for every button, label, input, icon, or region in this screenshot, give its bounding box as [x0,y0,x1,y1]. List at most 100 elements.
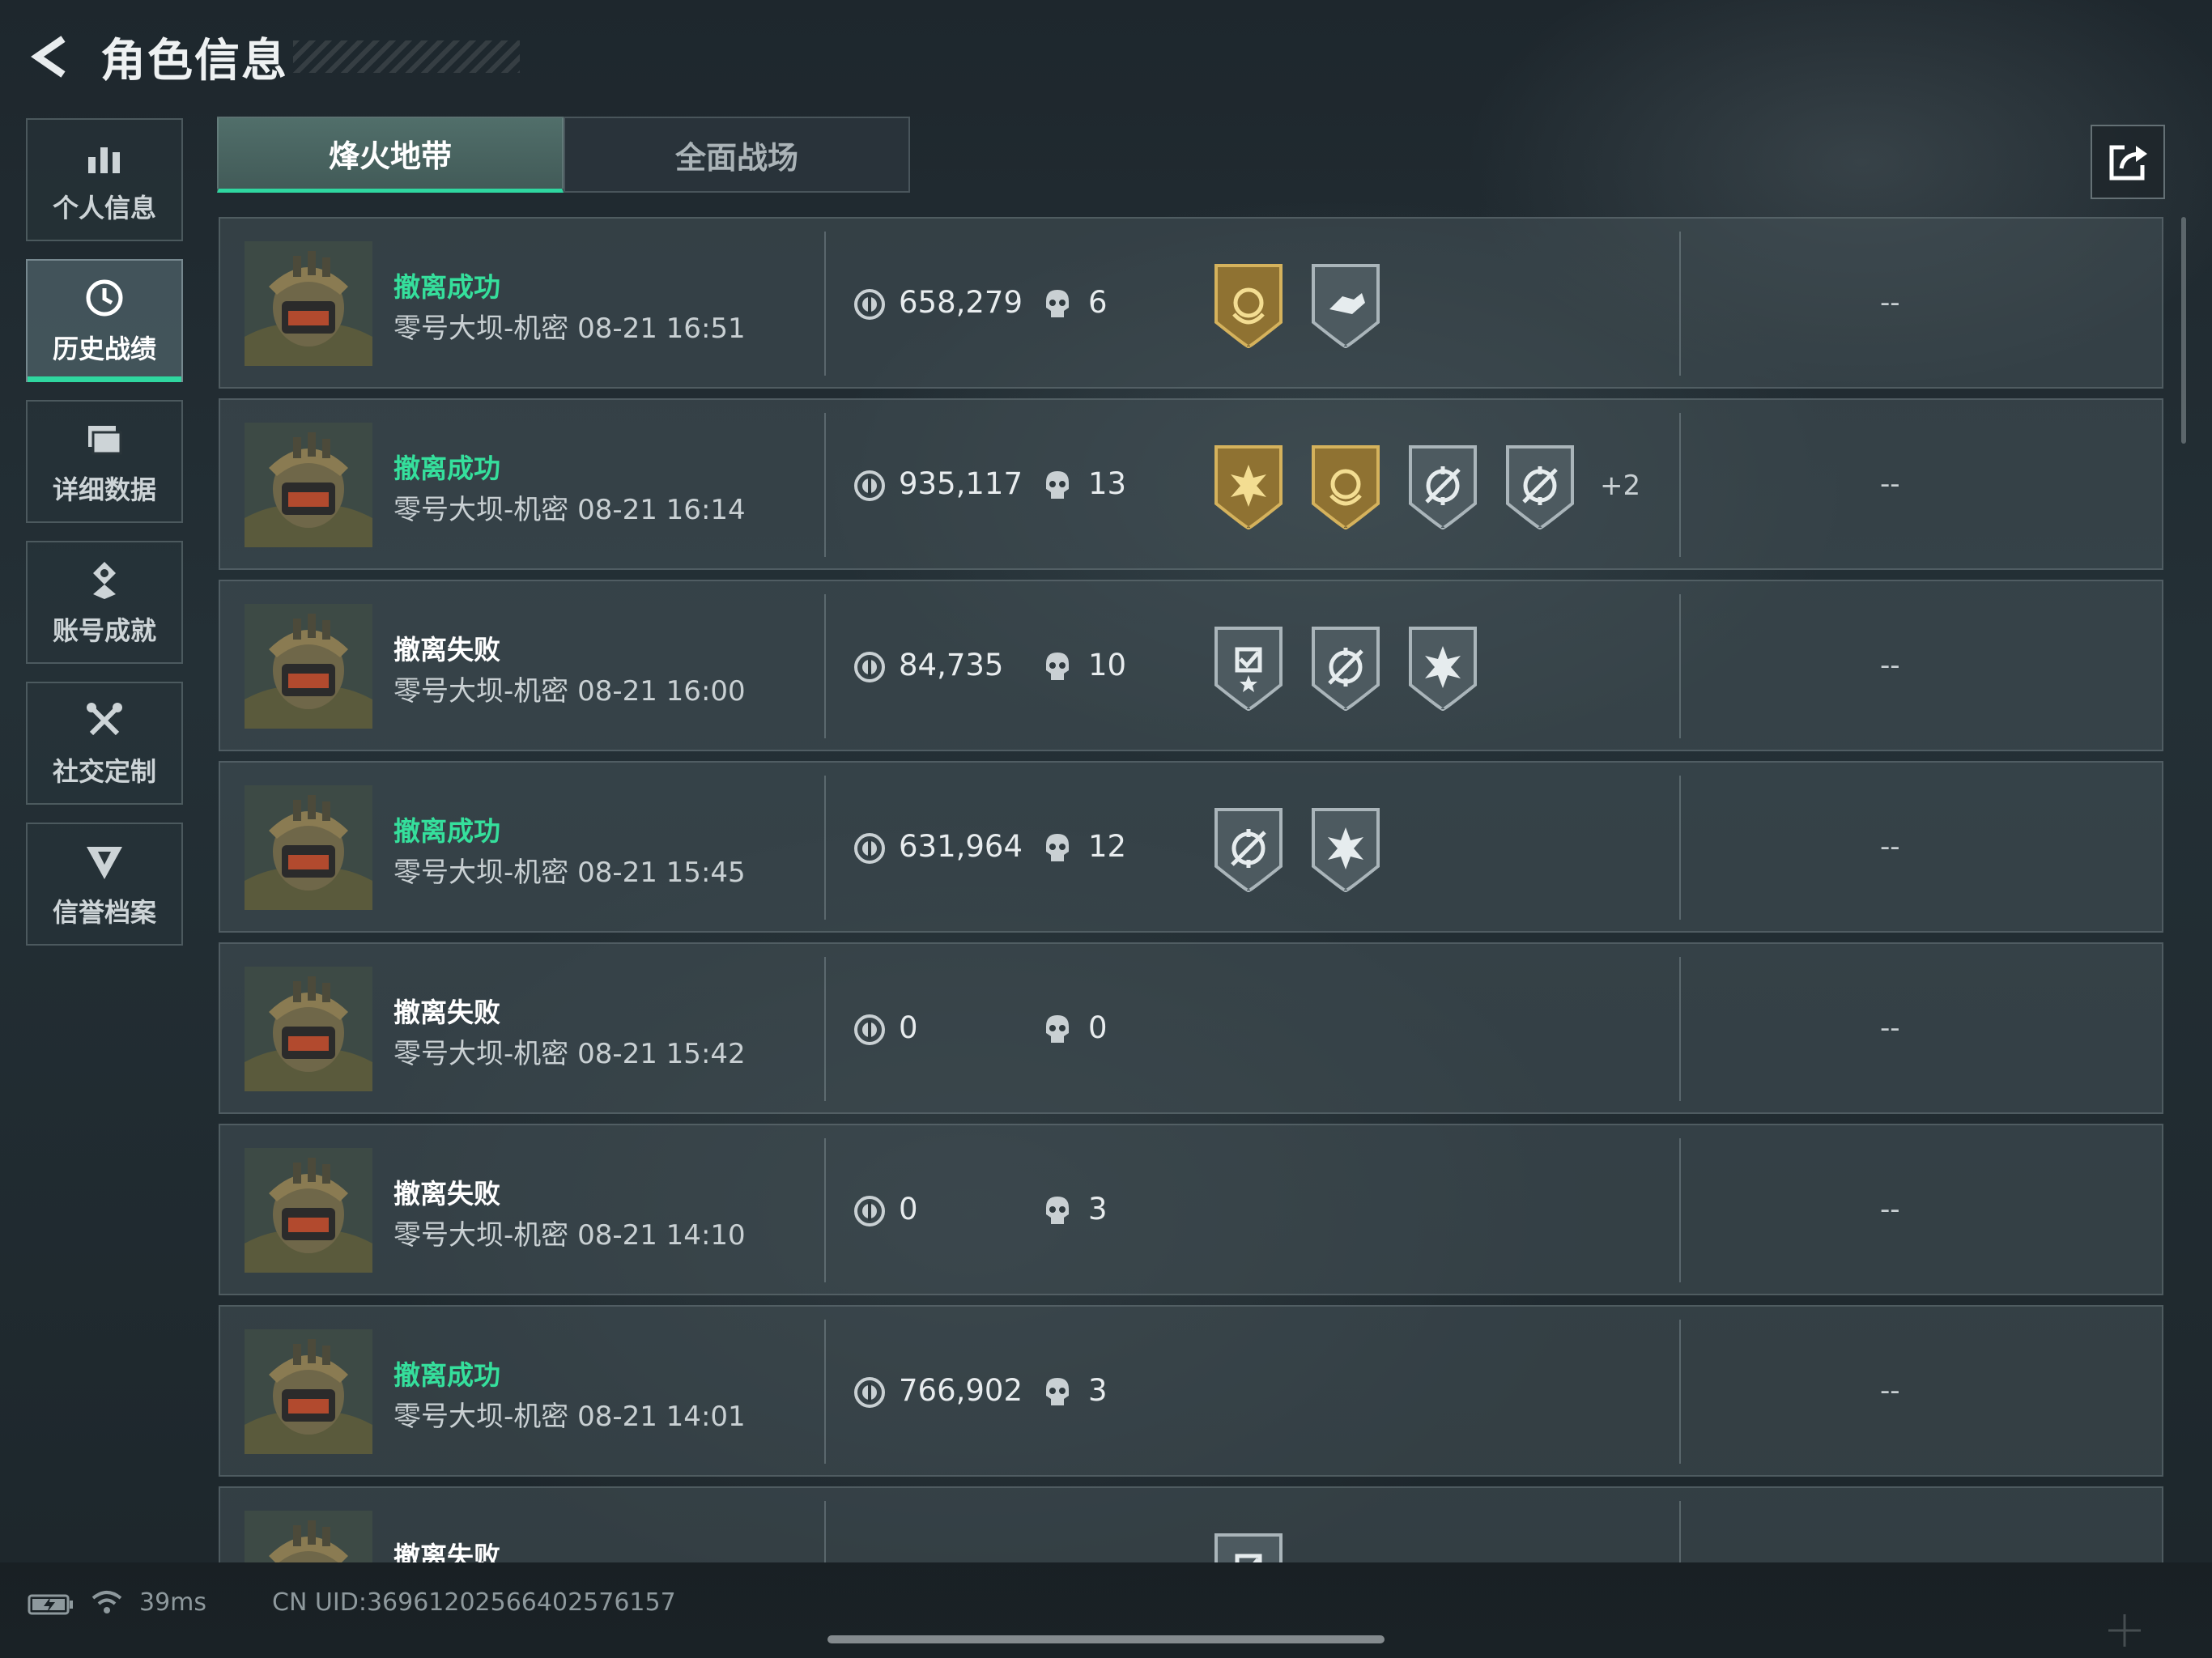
player-uid: CN UID:36961202566402576157 [272,1588,676,1617]
match-record-row[interactable]: 撤离成功 零号大坝-机密 08-21 14:01 766,902 3 -- [219,1305,2163,1477]
sidebar-item-credit[interactable]: 信誉档案 [26,823,183,946]
column-divider [1679,594,1681,738]
sidebar-item-label: 详细数据 [52,474,156,505]
match-history-list[interactable]: 撤离成功 零号大坝-机密 08-21 16:51 658,279 6 -- 撤离成功 零号大… [219,217,2163,1562]
extraction-status: 撤离成功 [393,453,500,484]
match-record-row[interactable]: 撤离成功 零号大坝-机密 08-21 16:51 658,279 6 -- [219,217,2163,389]
extra-info: -- [1880,1375,1900,1407]
sidebar-item-label: 社交定制 [52,756,156,787]
extra-info: -- [1880,1012,1900,1044]
haul-value: 84,735 [899,648,1004,682]
column-divider [824,232,826,376]
gray-check-badge-icon[interactable] [1210,623,1287,711]
haul-value: 935,117 [899,466,1023,501]
tools-icon [87,703,122,736]
extraction-status: 撤离成功 [393,271,500,303]
operator-avatar [245,604,372,729]
column-divider [1679,776,1681,920]
column-divider [1679,1320,1681,1464]
extra-info: -- [1880,1193,1900,1226]
kill-count: 10 [1088,648,1127,682]
column-divider [824,1138,826,1282]
gold-burst-badge-icon[interactable] [1210,442,1287,529]
kill-count: 3 [1088,1192,1108,1226]
gray-crosshair-badge-icon[interactable] [1404,442,1482,529]
extra-info: -- [1880,287,1900,319]
column-divider [1679,1138,1681,1282]
medal-badges [1210,1530,1307,1562]
haul-value: 766,902 [899,1373,1023,1408]
back-arrow-icon [31,36,66,78]
sidebar-item-label: 个人信息 [52,193,156,223]
gold-crest-badge-icon[interactable] [1307,442,1385,529]
extraction-status: 撤离失败 [393,1178,500,1209]
header: 角色信息 [24,24,520,89]
tab-operations[interactable]: 烽火地带 [217,117,564,193]
haul-value: 658,279 [899,285,1023,320]
haul-value: 0 [899,1010,918,1045]
match-record-row[interactable]: 撤离成功 零号大坝-机密 08-21 16:14 935,117 13 +2 -- [219,398,2163,570]
tab-warfare[interactable]: 全面战场 [564,117,910,193]
coin-icon [854,1014,885,1045]
coin-icon [854,1377,885,1408]
column-divider [824,1320,826,1464]
more-badges-count[interactable]: +2 [1600,470,1640,502]
skull-icon [1046,471,1069,499]
history-clock-icon [86,279,123,317]
operator-avatar [245,241,372,366]
medal-badges [1210,261,1404,348]
kill-count: 3 [1088,1373,1108,1408]
share-button[interactable] [2091,125,2165,199]
skull-icon [1046,1378,1069,1405]
sidebar-item-social[interactable]: 社交定制 [26,682,183,805]
operator-avatar [245,1511,372,1562]
kill-count: 6 [1088,285,1108,320]
gray-crosshair-badge-icon[interactable] [1307,623,1385,711]
back-button[interactable] [24,31,76,83]
operator-avatar [245,423,372,547]
operator-avatar [245,1148,372,1273]
sidebar-item-personal-info[interactable]: 个人信息 [26,118,183,241]
column-divider [824,1501,826,1562]
extra-info: -- [1880,468,1900,500]
match-record-row[interactable]: 撤离成功 零号大坝-机密 08-21 15:45 631,964 12 -- [219,761,2163,933]
plus-icon [2108,1614,2141,1647]
coin-icon [854,470,885,501]
gray-check-badge-icon[interactable] [1210,1530,1287,1562]
operator-avatar [245,1329,372,1454]
medal-badges [1210,805,1404,892]
gray-burst-badge-icon[interactable] [1404,623,1482,711]
sidebar-item-achievements[interactable]: 账号成就 [26,541,183,664]
sidebar-item-label: 历史战绩 [52,334,156,364]
column-divider [824,413,826,557]
home-indicator[interactable] [827,1635,1385,1643]
map-and-time: 零号大坝-机密 08-21 16:14 [393,494,746,526]
map-and-time: 零号大坝-机密 08-21 16:00 [393,675,746,708]
gray-crosshair-badge-icon[interactable] [1501,442,1579,529]
skull-icon [1046,1197,1069,1224]
operator-avatar [245,785,372,910]
gray-crosshair-badge-icon[interactable] [1210,805,1287,892]
sidebar-item-history[interactable]: 历史战绩 [26,259,183,382]
extraction-status: 撤离失败 [393,634,500,665]
bar-chart-icon [88,147,120,173]
match-record-row[interactable]: 撤离失败 零号大坝-机密 08-21 16:00 84,735 10 -- [219,580,2163,751]
sidebar: 个人信息 历史战绩 详细数据 账号成就 社交定制 信誉档案 [26,118,183,963]
extraction-status: 撤离失败 [393,997,500,1028]
map-and-time: 零号大坝-机密 08-21 15:45 [393,857,746,889]
gold-crest-badge-icon[interactable] [1210,261,1287,348]
list-scrollbar[interactable] [2181,217,2186,444]
haul-value: 631,964 [899,829,1023,864]
medal-badges [1210,623,1501,711]
column-divider [1679,957,1681,1101]
gray-burst-badge-icon[interactable] [1307,805,1385,892]
wifi-icon [91,1591,122,1613]
skull-icon [1046,653,1069,680]
coin-icon [854,833,885,864]
sidebar-item-detailed-data[interactable]: 详细数据 [26,400,183,523]
match-record-row[interactable]: 撤离失败 [219,1486,2163,1562]
match-record-row[interactable]: 撤离失败 零号大坝-机密 08-21 14:10 0 3 -- [219,1124,2163,1295]
gray-hand-badge-icon[interactable] [1307,261,1385,348]
match-record-row[interactable]: 撤离失败 零号大坝-机密 08-21 15:42 0 0 -- [219,942,2163,1114]
column-divider [824,957,826,1101]
